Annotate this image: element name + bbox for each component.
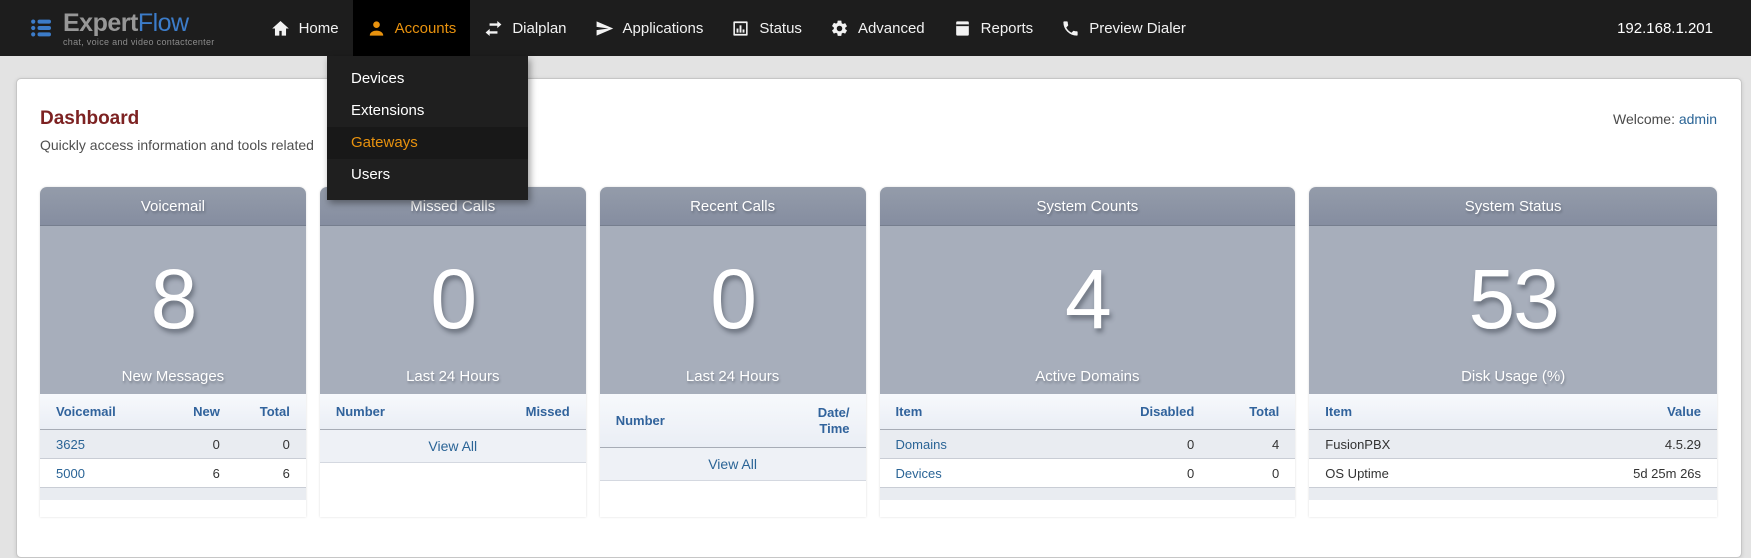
page-subtitle: Quickly access information and tools rel… xyxy=(40,137,314,153)
server-ip: 192.168.1.201 xyxy=(1617,20,1751,37)
table-header: Voicemail New Total xyxy=(40,394,306,430)
menu-item-devices[interactable]: Devices xyxy=(327,63,528,95)
bar-chart-icon xyxy=(731,19,750,38)
card-big-number: 4 xyxy=(880,226,1296,368)
table-header: Item Value xyxy=(1309,394,1717,430)
voicemail-box-link[interactable]: 5000 xyxy=(56,466,85,481)
voicemail-box-link[interactable]: 3625 xyxy=(56,437,85,452)
nav-preview-dialer[interactable]: Preview Dialer xyxy=(1047,0,1200,56)
card-missed-calls: Missed Calls 0 Last 24 Hours Number Miss… xyxy=(320,187,586,517)
paper-plane-icon xyxy=(595,19,614,38)
brand-name: ExpertFlow xyxy=(63,10,215,36)
view-all-row: View All xyxy=(320,430,586,463)
card-hero-label: Last 24 Hours xyxy=(320,368,586,394)
welcome-text: Welcome: admin xyxy=(1613,111,1717,127)
table-row: 5000 6 6 xyxy=(40,459,306,488)
table-row: OS Uptime 5d 25m 26s xyxy=(1309,459,1717,488)
card-hero-label: New Messages xyxy=(40,368,306,394)
nav-reports[interactable]: Reports xyxy=(939,0,1048,56)
table-header: Item Disabled Total xyxy=(880,394,1296,430)
view-all-link[interactable]: View All xyxy=(428,438,477,454)
table-row-partial xyxy=(40,488,306,500)
top-navbar: ExpertFlow chat, voice and video contact… xyxy=(0,0,1751,56)
card-hero: 0 Last 24 Hours xyxy=(600,226,866,394)
table-row: Domains 0 4 xyxy=(880,430,1296,459)
nav-home[interactable]: Home xyxy=(257,0,353,56)
card-big-number: 0 xyxy=(600,226,866,368)
nav-accounts[interactable]: Accounts xyxy=(353,0,471,56)
card-hero: 53 Disk Usage (%) xyxy=(1309,226,1717,394)
home-icon xyxy=(271,19,290,38)
card-hero: 4 Active Domains xyxy=(880,226,1296,394)
table-header: Number Date/ Time xyxy=(600,394,866,448)
nav-status[interactable]: Status xyxy=(717,0,816,56)
exchange-arrows-icon xyxy=(484,19,503,38)
item-link-devices[interactable]: Devices xyxy=(896,466,942,481)
menu-item-gateways[interactable]: Gateways xyxy=(327,127,528,159)
card-hero-label: Disk Usage (%) xyxy=(1309,368,1717,394)
table-row-partial xyxy=(1309,488,1717,500)
app-logo[interactable]: ExpertFlow chat, voice and video contact… xyxy=(0,10,215,47)
user-icon xyxy=(367,19,386,38)
card-voicemail: Voicemail 8 New Messages Voicemail New T… xyxy=(40,187,306,517)
page-title: Dashboard xyxy=(40,108,314,130)
table-header: Number Missed xyxy=(320,394,586,430)
card-hero-label: Last 24 Hours xyxy=(600,368,866,394)
logo-dots-icon xyxy=(30,16,54,40)
card-big-number: 53 xyxy=(1309,226,1717,368)
card-title: System Status xyxy=(1309,187,1717,226)
table-row: 3625 0 0 xyxy=(40,430,306,459)
nav-advanced[interactable]: Advanced xyxy=(816,0,939,56)
card-hero: 0 Last 24 Hours xyxy=(320,226,586,394)
card-system-status: System Status 53 Disk Usage (%) Item Val… xyxy=(1309,187,1717,517)
table-row-partial xyxy=(880,488,1296,500)
accounts-dropdown-menu: Devices Extensions Gateways Users xyxy=(327,56,528,200)
menu-item-extensions[interactable]: Extensions xyxy=(327,95,528,127)
book-icon xyxy=(953,19,972,38)
view-all-link[interactable]: View All xyxy=(708,456,757,472)
card-recent-calls: Recent Calls 0 Last 24 Hours Number Date… xyxy=(600,187,866,517)
card-title: Recent Calls xyxy=(600,187,866,226)
card-big-number: 0 xyxy=(320,226,586,368)
card-title: Voicemail xyxy=(40,187,306,226)
card-title: System Counts xyxy=(880,187,1296,226)
item-link-domains[interactable]: Domains xyxy=(896,437,947,452)
dashboard-cards: Voicemail 8 New Messages Voicemail New T… xyxy=(40,187,1717,517)
table-row: FusionPBX 4.5.29 xyxy=(1309,430,1717,459)
view-all-row: View All xyxy=(600,448,866,481)
nav-applications[interactable]: Applications xyxy=(581,0,718,56)
table-row: Devices 0 0 xyxy=(880,459,1296,488)
card-hero-label: Active Domains xyxy=(880,368,1296,394)
welcome-user-link[interactable]: admin xyxy=(1679,111,1717,127)
brand-tagline: chat, voice and video contactcenter xyxy=(63,37,215,47)
gear-icon xyxy=(830,19,849,38)
phone-icon xyxy=(1061,19,1080,38)
card-system-counts: System Counts 4 Active Domains Item Disa… xyxy=(880,187,1296,517)
card-big-number: 8 xyxy=(40,226,306,368)
nav-dialplan[interactable]: Dialplan xyxy=(470,0,580,56)
content-panel: Dashboard Quickly access information and… xyxy=(16,78,1742,558)
card-hero: 8 New Messages xyxy=(40,226,306,394)
menu-item-users[interactable]: Users xyxy=(327,159,528,191)
